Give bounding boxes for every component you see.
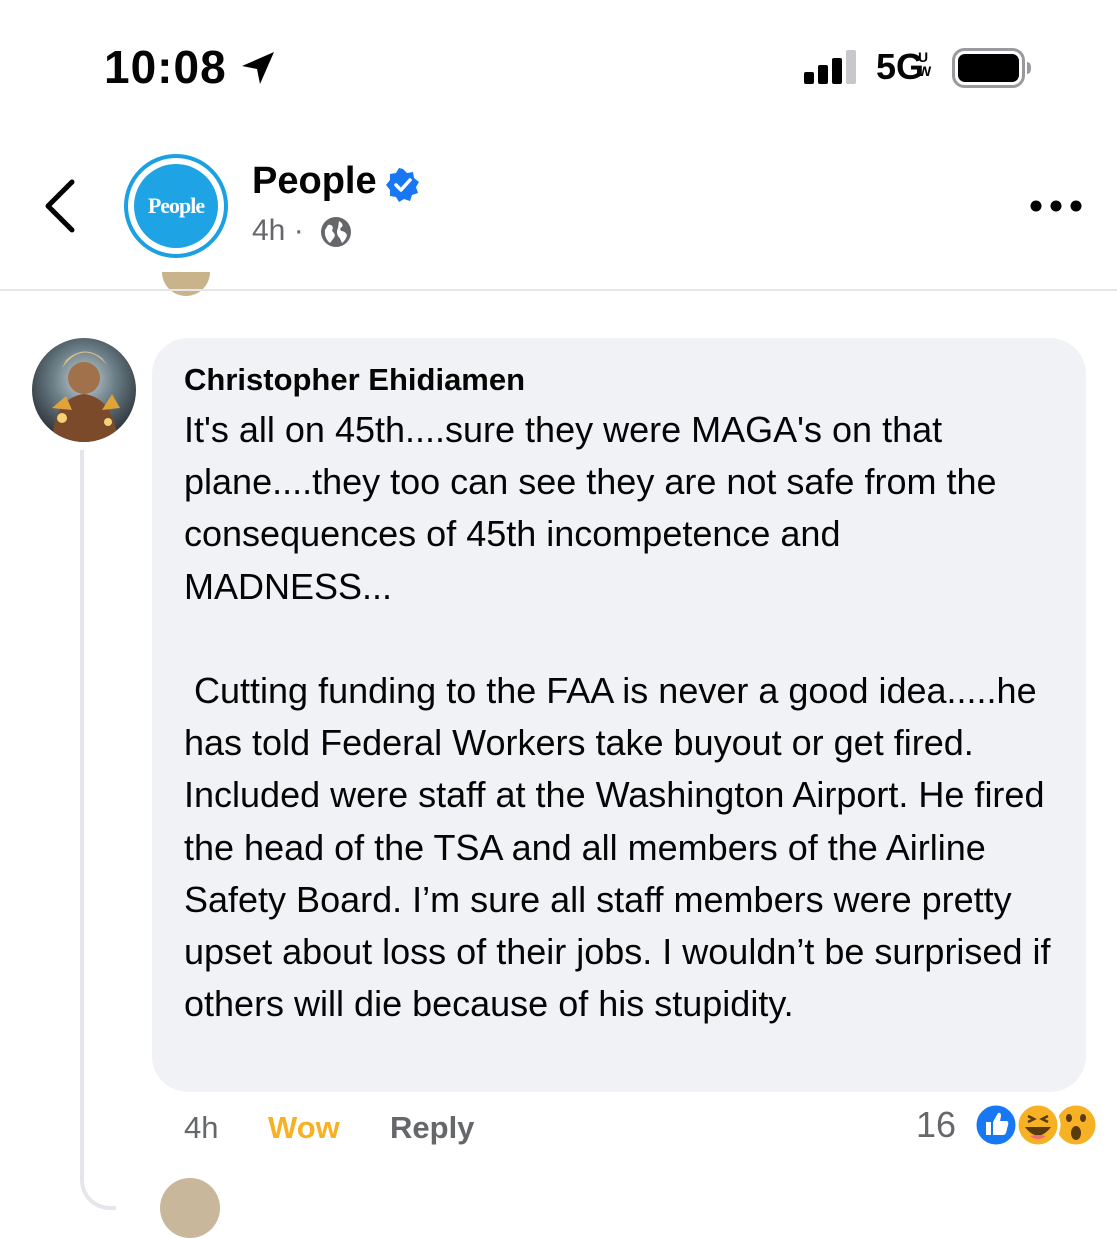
reply-thread-line	[80, 450, 116, 1210]
previous-comment-avatar	[162, 272, 210, 296]
haha-emoji-icon	[1015, 1102, 1061, 1148]
network-superscript: UW	[918, 49, 932, 79]
header-divider	[0, 289, 1117, 291]
page-avatar-logo: People	[134, 164, 218, 248]
page-name[interactable]: People	[252, 160, 377, 203]
reaction-icons[interactable]	[970, 1100, 1100, 1150]
wow-emoji-icon	[1053, 1102, 1099, 1148]
commenter-avatar[interactable]	[32, 338, 136, 442]
location-arrow-icon	[242, 52, 274, 84]
reaction-count[interactable]: 16	[916, 1104, 956, 1146]
status-time: 10:08	[104, 41, 227, 93]
next-comment-avatar[interactable]	[160, 1178, 220, 1238]
network-type: 5G	[876, 46, 925, 87]
post-time: 4h ·	[252, 214, 304, 247]
reply-button[interactable]: Reply	[390, 1110, 474, 1146]
cellular-signal-icon	[804, 50, 856, 84]
globe-icon	[321, 217, 351, 247]
comment-text: It's all on 45th....sure they were MAGA'…	[184, 409, 1051, 1025]
wow-reaction-button[interactable]: Wow	[268, 1110, 340, 1146]
battery-icon	[952, 48, 1031, 88]
comment-bubble: Christopher Ehidiamen It's all on 45th..…	[152, 338, 1086, 1092]
verified-badge-icon	[386, 168, 419, 202]
comment-author[interactable]: Christopher Ehidiamen	[184, 360, 1056, 400]
like-icon	[973, 1102, 1019, 1148]
comment-time: 4h	[184, 1110, 219, 1145]
back-icon[interactable]	[40, 178, 80, 234]
more-options-icon[interactable]	[1030, 196, 1082, 216]
page-avatar[interactable]: People	[124, 154, 228, 258]
